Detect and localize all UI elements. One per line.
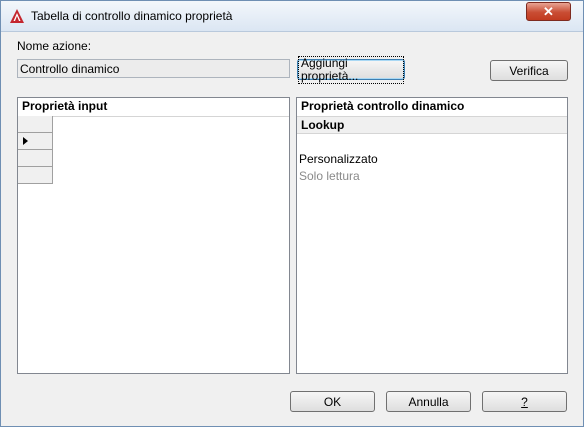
help-button[interactable]: ? [482,391,567,412]
input-properties-panel[interactable]: Proprietà input [17,97,290,374]
dynamic-control-properties-panel[interactable]: Proprietà controllo dinamico Lookup Pers… [296,97,568,374]
ok-button[interactable]: OK [290,391,375,412]
add-properties-button[interactable]: Aggiungi proprietà... [297,55,405,84]
row-header-current[interactable] [18,133,53,150]
cancel-button[interactable]: Annulla [386,391,471,412]
control-row-readonly[interactable]: Solo lettura [297,168,567,185]
dynamic-control-header: Proprietà controllo dinamico [297,98,567,117]
title-bar[interactable]: Tabella di controllo dinamico proprietà … [1,1,583,32]
close-button[interactable]: ✕ [526,2,571,21]
lookup-header: Lookup [297,117,567,134]
row-header-column [18,116,53,184]
dialog-window: Tabella di controllo dinamico proprietà … [0,0,584,427]
input-properties-header: Proprietà input [18,98,289,117]
verify-label: Verifica [509,63,549,78]
action-name-label: Nome azione: [17,39,92,53]
action-name-field[interactable]: Controllo dinamico [17,59,290,78]
row-header[interactable] [18,116,53,133]
close-icon: ✕ [543,3,554,19]
control-row-custom[interactable]: Personalizzato [297,151,567,168]
verify-button[interactable]: Verifica [490,60,568,81]
cancel-label: Annulla [408,394,449,409]
autocad-app-icon [10,9,24,23]
add-properties-label: Aggiungi proprietà... [298,55,404,84]
row-header[interactable] [18,150,53,167]
row-header[interactable] [18,167,53,184]
control-row-empty[interactable] [297,134,567,151]
help-label: ? [521,394,528,409]
ok-label: OK [323,394,342,409]
window-title: Tabella di controllo dinamico proprietà [31,9,233,23]
current-row-arrow-icon [23,137,28,145]
